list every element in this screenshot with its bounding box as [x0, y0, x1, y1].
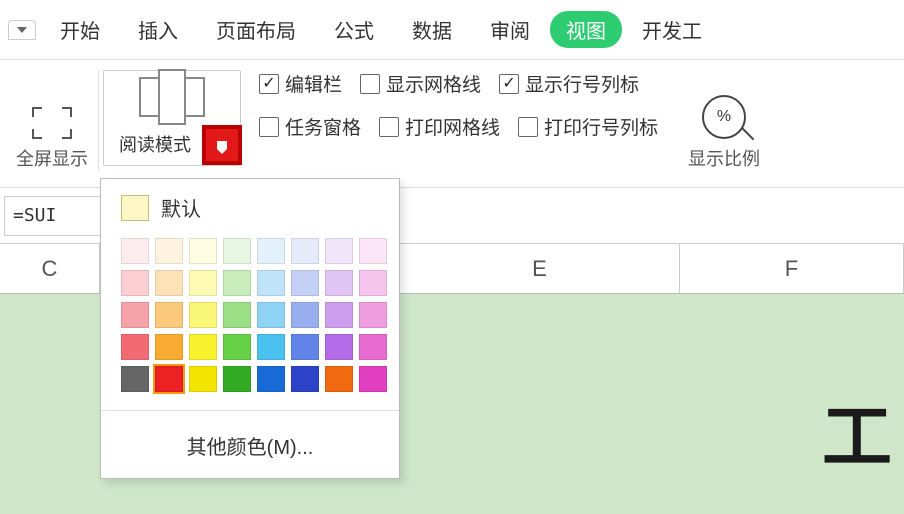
color-swatch[interactable] — [121, 366, 149, 392]
view-options: 编辑栏 显示网格线 显示行号列标 任务窗格 打印网格线 打印行号列标 — [259, 70, 658, 140]
reading-mode-dropdown[interactable] — [202, 125, 242, 165]
checkbox-label: 打印网格线 — [405, 113, 500, 140]
color-swatch[interactable] — [223, 238, 251, 264]
color-swatch[interactable] — [257, 366, 285, 392]
checkbox-option[interactable]: 打印行号列标 — [518, 113, 658, 140]
color-swatch[interactable] — [155, 334, 183, 360]
color-swatch[interactable] — [325, 334, 353, 360]
color-swatch[interactable] — [121, 238, 149, 264]
reading-mode-label[interactable]: 阅读模式 — [104, 127, 202, 163]
quick-access-dropdown[interactable] — [8, 20, 36, 40]
checkbox-label: 显示行号列标 — [525, 70, 639, 97]
color-swatch[interactable] — [291, 334, 319, 360]
color-swatch[interactable] — [121, 270, 149, 296]
color-swatch[interactable] — [223, 334, 251, 360]
color-swatch[interactable] — [291, 270, 319, 296]
color-swatch[interactable] — [291, 366, 319, 392]
color-swatch[interactable] — [291, 302, 319, 328]
menu-tab-6[interactable]: 视图 — [550, 11, 622, 48]
menu-bar: 开始插入页面布局公式数据审阅视图开发工 — [0, 0, 904, 60]
formula-input[interactable]: =SUI — [4, 196, 104, 236]
color-swatch[interactable] — [121, 334, 149, 360]
reading-mode-group: 阅读模式 — [103, 70, 241, 166]
zoom-group: % 显示比例 — [678, 70, 770, 171]
menu-tab-3[interactable]: 公式 — [316, 7, 392, 52]
checkbox-option[interactable]: 打印网格线 — [379, 113, 500, 140]
color-swatch[interactable] — [121, 302, 149, 328]
checkbox-label: 打印行号列标 — [544, 113, 658, 140]
color-swatch[interactable] — [189, 334, 217, 360]
menu-tab-4[interactable]: 数据 — [394, 7, 470, 52]
color-swatch[interactable] — [189, 270, 217, 296]
dropdown-arrow-icon — [217, 141, 227, 149]
checkbox-option[interactable]: 显示行号列标 — [499, 70, 639, 97]
checkbox-icon — [259, 117, 279, 137]
chevron-down-icon — [17, 27, 27, 33]
checkbox-icon — [360, 74, 380, 94]
color-swatch[interactable] — [325, 270, 353, 296]
checkbox-label: 编辑栏 — [285, 70, 342, 97]
color-swatch[interactable] — [325, 238, 353, 264]
color-swatch[interactable] — [359, 366, 387, 392]
color-swatch[interactable] — [223, 270, 251, 296]
menu-tab-7[interactable]: 开发工 — [624, 7, 720, 52]
color-swatch-grid — [101, 232, 399, 406]
zoom-label: 显示比例 — [688, 145, 760, 171]
color-picker-panel: 默认 其他颜色(M)... — [100, 178, 400, 479]
column-header-f[interactable]: F — [680, 244, 904, 293]
column-header-c[interactable]: C — [0, 244, 100, 293]
checkbox-icon — [259, 74, 279, 94]
checkbox-icon — [499, 74, 519, 94]
color-swatch[interactable] — [359, 270, 387, 296]
menu-tab-2[interactable]: 页面布局 — [198, 7, 314, 52]
color-swatch[interactable] — [223, 302, 251, 328]
checkbox-label: 显示网格线 — [386, 70, 481, 97]
magnifier-icon[interactable]: % — [702, 95, 746, 139]
fullscreen-group: 全屏显示 — [6, 70, 99, 171]
color-swatch[interactable] — [325, 366, 353, 392]
column-header-e[interactable]: E — [400, 244, 680, 293]
color-swatch[interactable] — [257, 302, 285, 328]
color-swatch[interactable] — [155, 302, 183, 328]
checkbox-icon — [379, 117, 399, 137]
menu-tab-0[interactable]: 开始 — [42, 7, 118, 52]
checkbox-option[interactable]: 显示网格线 — [360, 70, 481, 97]
default-color-swatch — [121, 195, 149, 221]
fullscreen-icon[interactable] — [32, 107, 72, 139]
menu-tab-1[interactable]: 插入 — [120, 7, 196, 52]
color-swatch[interactable] — [359, 238, 387, 264]
cell-text: 工 — [822, 381, 892, 482]
color-swatch[interactable] — [359, 302, 387, 328]
checkbox-label: 任务窗格 — [285, 113, 361, 140]
default-color-label: 默认 — [161, 193, 201, 222]
default-color-option[interactable]: 默认 — [101, 189, 399, 232]
color-swatch[interactable] — [189, 366, 217, 392]
menu-tab-5[interactable]: 审阅 — [472, 7, 548, 52]
more-colors-option[interactable]: 其他颜色(M)... — [101, 415, 399, 478]
color-swatch[interactable] — [155, 366, 183, 392]
color-swatch[interactable] — [325, 302, 353, 328]
checkbox-option[interactable]: 编辑栏 — [259, 70, 342, 97]
reading-mode-icon[interactable] — [139, 77, 205, 117]
ribbon: 全屏显示 阅读模式 编辑栏 显示网格线 显示行号列标 任务窗格 打印网格线 打印行号列标… — [0, 60, 904, 188]
color-swatch[interactable] — [291, 238, 319, 264]
percent-icon: % — [717, 108, 731, 126]
checkbox-option[interactable]: 任务窗格 — [259, 113, 361, 140]
color-swatch[interactable] — [223, 366, 251, 392]
color-swatch[interactable] — [155, 238, 183, 264]
color-swatch[interactable] — [359, 334, 387, 360]
color-swatch[interactable] — [155, 270, 183, 296]
fullscreen-label: 全屏显示 — [16, 145, 88, 171]
checkbox-icon — [518, 117, 538, 137]
color-swatch[interactable] — [189, 238, 217, 264]
color-swatch[interactable] — [257, 270, 285, 296]
color-swatch[interactable] — [257, 334, 285, 360]
color-swatch[interactable] — [257, 238, 285, 264]
color-swatch[interactable] — [189, 302, 217, 328]
